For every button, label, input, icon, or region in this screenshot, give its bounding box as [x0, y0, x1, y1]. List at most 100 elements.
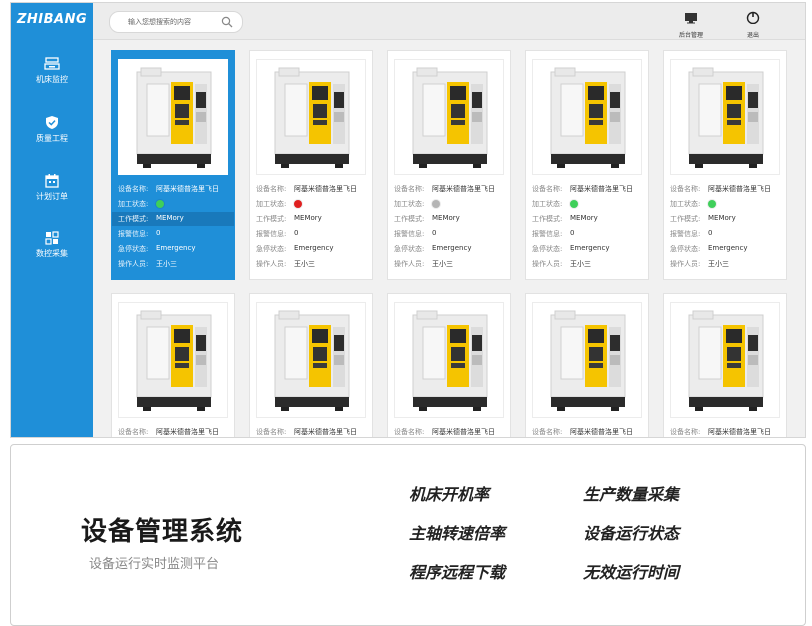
field-label: 设备名称: [394, 428, 425, 436]
machine-image [118, 59, 228, 175]
field-label: 设备名称: [532, 185, 563, 193]
machine-image [118, 302, 228, 418]
sidebar-item-label: 计划订单 [36, 192, 68, 201]
field-label: 加工状态: [670, 200, 701, 208]
field-value: 0 [570, 229, 575, 237]
machine-card[interactable]: 设备名称: 阿基米德普洛里飞日 加工状态: 工作模式: MEMory 报警信息: 0 急停状态… [111, 50, 235, 280]
machine-image [256, 59, 366, 175]
field-value: 0 [294, 229, 299, 237]
field-estop: 急停状态: Emergency [118, 242, 232, 256]
field-label: 操作人员: [256, 260, 287, 268]
field-value: 王小三 [156, 260, 177, 268]
field-value: MEMory [570, 214, 598, 222]
machine-card[interactable]: 设备名称: 阿基米德普洛里飞日 加工状态: 工作模式: MEMory 报警信息: 0 急停状态… [525, 50, 649, 280]
field-label: 操作人员: [670, 260, 701, 268]
sidebar-item-data-collect[interactable]: 数控采集 [11, 231, 93, 275]
cnc-machine-image [550, 67, 626, 168]
sidebar-item-label: 数控采集 [36, 249, 68, 258]
sidebar-item-machine-monitor[interactable]: 机床监控 [11, 57, 93, 101]
field-value: 阿基米德普洛里飞日 [708, 185, 771, 193]
field-label: 设备名称: [256, 428, 287, 436]
machine-card[interactable]: 设备名称: 阿基米德普洛里飞日 [111, 293, 235, 437]
field-label: 工作模式: [670, 215, 701, 223]
field-value: 阿基米德普洛里飞日 [294, 185, 357, 193]
field-label: 设备名称: [256, 185, 287, 193]
field-label: 急停状态: [394, 245, 425, 253]
field-label: 急停状态: [118, 245, 149, 253]
field-value: MEMory [432, 214, 460, 222]
cnc-machine-image [688, 67, 764, 168]
field-label: 工作模式: [394, 215, 425, 223]
sidebar-item-quality[interactable]: 质量工程 [11, 115, 93, 159]
field-alarm: 报警信息: 0 [532, 227, 646, 241]
field-value: Emergency [708, 244, 748, 252]
field-status: 加工状态: [118, 197, 232, 211]
machine-card[interactable]: 设备名称: 阿基米德普洛里飞日 [525, 293, 649, 437]
machine-image [394, 302, 504, 418]
field-label: 操作人员: [394, 260, 425, 268]
field-estop: 急停状态: Emergency [394, 242, 508, 256]
field-name: 设备名称: 阿基米德普洛里飞日 [256, 425, 370, 437]
field-label: 加工状态: [532, 200, 563, 208]
machine-card[interactable]: 设备名称: 阿基米德普洛里飞日 加工状态: 工作模式: MEMory 报警信息: 0 急停状态… [387, 50, 511, 280]
sidebar-item-label: 质量工程 [36, 134, 68, 143]
field-label: 设备名称: [670, 428, 701, 436]
machine-image [256, 302, 366, 418]
field-label: 急停状态: [532, 245, 563, 253]
admin-button[interactable]: 后台管理 [671, 9, 711, 39]
field-status: 加工状态: [394, 197, 508, 211]
search-input[interactable] [128, 16, 218, 28]
field-name: 设备名称: 阿基米德普洛里飞日 [394, 425, 508, 437]
feature-item: 机床开机率 [409, 485, 490, 504]
field-name: 设备名称: 阿基米德普洛里飞日 [256, 182, 370, 196]
field-name: 设备名称: 阿基米德普洛里飞日 [394, 182, 508, 196]
field-label: 报警信息: [670, 230, 701, 238]
field-label: 报警信息: [532, 230, 563, 238]
field-alarm: 报警信息: 0 [670, 227, 784, 241]
field-operator: 操作人员: 王小三 [532, 257, 646, 271]
field-value: 阿基米德普洛里飞日 [294, 428, 357, 436]
field-alarm: 报警信息: 0 [256, 227, 370, 241]
field-value: 王小三 [570, 260, 591, 268]
field-value: 0 [432, 229, 437, 237]
machine-card[interactable]: 设备名称: 阿基米德普洛里飞日 [387, 293, 511, 437]
field-alarm: 报警信息: 0 [394, 227, 508, 241]
machine-card[interactable]: 设备名称: 阿基米德普洛里飞日加工状态: 工作模式: MEMory 报警信息: 0 急停状态… [663, 50, 787, 280]
machine-card[interactable]: 设备名称: 阿基米德普洛里飞日 [663, 293, 787, 437]
field-label: 工作模式: [256, 215, 287, 223]
data-collect-icon [45, 231, 59, 245]
machine-card[interactable]: 设备名称: 阿基米德普洛里飞日 [249, 293, 373, 437]
machine-card[interactable]: 设备名称: 阿基米德普洛里飞日 加工状态: 工作模式: MEMory 报警信息: 0 急停状态… [249, 50, 373, 280]
field-value: MEMory [156, 214, 184, 222]
field-name: 设备名称: 阿基米德普洛里飞日 [670, 182, 784, 196]
search-box[interactable] [109, 11, 243, 33]
cnc-machine-image [274, 310, 350, 411]
field-value: 王小三 [708, 260, 729, 268]
logout-button[interactable]: 退出 [733, 9, 773, 39]
field-mode: 工作模式: MEMory [670, 212, 784, 226]
feature-item: 程序远程下载 [409, 563, 506, 582]
cnc-machine-image [136, 67, 212, 168]
field-name: 设备名称: 阿基米德普洛里飞日 [118, 425, 232, 437]
machine-icon [44, 57, 60, 70]
machine-grid: 设备名称: 阿基米德普洛里飞日 加工状态: 工作模式: MEMory 报警信息: 0 急停状态… [93, 39, 805, 437]
search-icon[interactable] [221, 16, 233, 28]
field-value: 0 [708, 229, 713, 237]
machine-image [532, 59, 642, 175]
machine-image [532, 302, 642, 418]
status-indicator-icon [156, 200, 164, 208]
field-name: 设备名称: 阿基米德普洛里飞日 [532, 182, 646, 196]
field-label: 急停状态: [670, 245, 701, 253]
field-operator: 操作人员: 王小三 [394, 257, 508, 271]
status-indicator-icon [708, 200, 716, 208]
cnc-machine-image [412, 67, 488, 168]
status-indicator-icon [432, 200, 440, 208]
field-label: 加工状态: [394, 200, 425, 208]
field-label: 加工状态: [118, 200, 149, 208]
field-label: 急停状态: [256, 245, 287, 253]
field-name: 设备名称: 阿基米德普洛里飞日 [118, 182, 232, 196]
sidebar-item-plan-order[interactable]: 计划订单 [11, 173, 93, 217]
feature-item: 生产数量采集 [583, 485, 680, 504]
field-value: Emergency [156, 244, 196, 252]
field-value: 0 [156, 229, 161, 237]
